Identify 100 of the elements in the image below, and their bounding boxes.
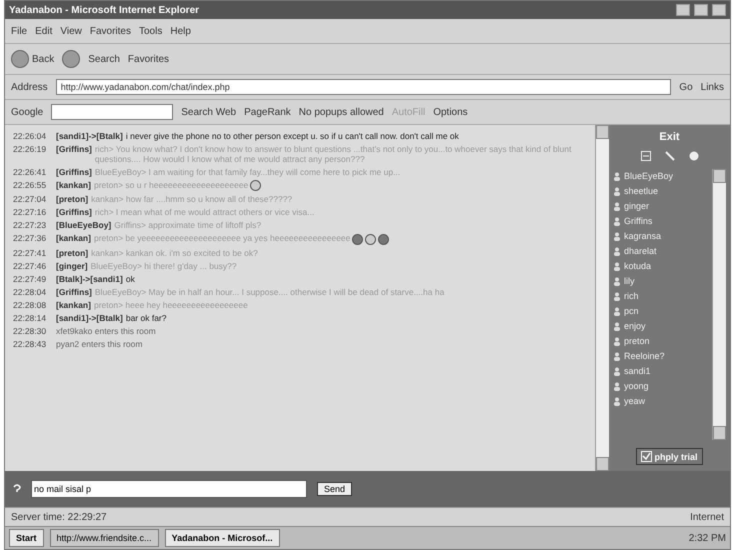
message-sender: [ginger] <box>56 260 88 270</box>
user-name[interactable]: sheetlue <box>624 184 658 198</box>
menu-item[interactable]: Favorites <box>90 26 131 36</box>
scroll-bar[interactable] <box>712 169 726 440</box>
popup-blocker-button[interactable]: No popups allowed <box>298 106 384 118</box>
message-time: 22:26:04 <box>13 131 48 141</box>
message-time: 22:28:30 <box>13 326 48 336</box>
message-text: bar ok far? <box>126 312 166 322</box>
message-sender: [sandi1]->[Btalk] <box>56 131 123 141</box>
message-time: 22:27:36 <box>13 233 48 244</box>
exit-link[interactable]: Exit <box>659 131 680 143</box>
pagerank-button[interactable]: PageRank <box>244 106 291 118</box>
taskbar-button[interactable]: Yadanabon - Microsof... <box>164 529 280 547</box>
message-text: preton> so u r heeeeeeeeeeeeeeeeeeee <box>94 180 248 190</box>
user-name[interactable]: enjoy <box>624 319 646 333</box>
google-search-field[interactable] <box>51 104 174 120</box>
search-button[interactable]: Search <box>88 54 120 64</box>
message-input[interactable]: no mail sisal p <box>31 480 307 498</box>
zone-label: Internet <box>690 512 724 522</box>
message-sender: [BlueEyeBoy] <box>56 220 112 230</box>
person-icon <box>613 396 621 406</box>
message-time: 22:27:23 <box>13 220 48 230</box>
status-text: Server time: 22:29:27 <box>11 512 107 522</box>
message-text: xfet9kako enters this room <box>56 326 156 336</box>
user-name[interactable]: dharelat <box>624 244 657 258</box>
user-name[interactable]: ginger <box>624 199 650 213</box>
user-name[interactable]: kotuda <box>624 259 652 273</box>
check-icon <box>642 452 652 461</box>
message-time: 22:26:19 <box>13 144 48 156</box>
person-icon <box>613 322 621 330</box>
message-sender: [Griffins] <box>56 167 92 177</box>
message-time: 22:26:55 <box>13 180 48 192</box>
user-name[interactable]: lily <box>624 274 634 288</box>
address-label: Address <box>11 82 48 92</box>
pencil-icon[interactable] <box>664 151 674 161</box>
message-text: preton> heee hey heeeeeeeeeeeeeeeee <box>94 300 248 310</box>
message-text: pyan2 enters this room <box>56 338 142 348</box>
message-time: 22:27:41 <box>13 248 48 258</box>
message-sender: [Btalk]->[sandi1] <box>56 274 123 284</box>
message-sender: [kankan] <box>56 300 91 310</box>
dot-icon[interactable] <box>688 151 698 161</box>
person-icon <box>613 292 621 300</box>
send-button[interactable]: Send <box>317 482 352 496</box>
user-name[interactable]: Griffins <box>624 214 652 228</box>
start-button[interactable]: Start <box>9 529 44 547</box>
search-web-button[interactable]: Search Web <box>181 106 236 118</box>
menu-item[interactable]: Edit <box>35 26 52 36</box>
user-name[interactable]: yeaw <box>624 394 646 408</box>
menu-item[interactable]: View <box>60 26 82 36</box>
person-icon <box>613 262 621 270</box>
favorites-button[interactable]: Favorites <box>128 54 170 64</box>
person-icon <box>613 202 621 210</box>
message-time: 22:27:04 <box>13 194 48 204</box>
message-text: kankan> kankan ok. i'm so excited to be ok? <box>91 248 258 258</box>
message-text: BlueEyeBoy> hi there! g'day ... busy?? <box>90 260 237 270</box>
taskbar-button[interactable]: http://www.friendsite.c... <box>50 529 159 547</box>
menu-item[interactable]: File <box>11 26 28 36</box>
forward-button[interactable] <box>62 50 80 68</box>
message-text: rich> I mean what of me would attract others or vice visa... <box>94 207 314 218</box>
person-icon <box>613 172 621 180</box>
person-icon <box>613 232 621 240</box>
user-name[interactable]: preton <box>624 334 650 348</box>
menu-item[interactable]: Tools <box>138 26 162 36</box>
person-icon <box>613 276 621 286</box>
person-icon <box>613 186 621 196</box>
message-time: 22:28:04 <box>13 286 48 296</box>
message-time: 22:27:16 <box>13 207 48 218</box>
person-icon <box>613 366 621 376</box>
message-sender: [Griffins] <box>56 286 92 296</box>
message-time: 22:28:43 <box>13 338 48 348</box>
person-icon <box>613 306 621 316</box>
user-name[interactable]: Reeloine? <box>624 349 665 363</box>
user-name[interactable]: pcn <box>624 304 639 318</box>
menu-item[interactable]: Help <box>170 26 191 36</box>
address-field[interactable]: http://www.yadanabon.com/chat/index.php <box>56 79 672 95</box>
user-name[interactable]: BlueEyeBoy <box>624 169 674 183</box>
help-icon[interactable] <box>13 484 21 494</box>
list-icon[interactable] <box>640 151 650 161</box>
user-name[interactable]: yoong <box>624 379 649 393</box>
google-logo: Google <box>11 106 44 118</box>
message-text: preton> be yeeeeeeeeeeeeeeeeeeeee ya yes heeeeeeeeeeeeeeee <box>94 233 350 244</box>
user-name[interactable]: kagransa <box>624 229 662 243</box>
scroll-bar[interactable] <box>595 125 609 471</box>
person-icon <box>613 352 621 360</box>
clock: 2:32 PM <box>688 532 726 544</box>
message-text: kankan> how far ....hmm so u know all of these????? <box>91 194 292 204</box>
message-sender: [Griffins] <box>56 144 92 156</box>
trial-checkbox[interactable] <box>641 451 652 462</box>
back-button[interactable]: Back <box>11 50 54 68</box>
person-icon <box>613 246 621 256</box>
message-sender: [preton] <box>56 194 88 204</box>
person-icon <box>613 336 621 346</box>
user-name[interactable]: rich <box>624 289 639 303</box>
links-label[interactable]: Links <box>700 82 724 92</box>
options-button[interactable]: Options <box>433 106 468 118</box>
user-name[interactable]: sandi1 <box>624 364 651 378</box>
message-time: 22:26:41 <box>13 167 48 177</box>
message-time: 22:28:08 <box>13 300 48 310</box>
go-button[interactable]: Go <box>679 82 693 92</box>
person-icon <box>613 382 621 390</box>
